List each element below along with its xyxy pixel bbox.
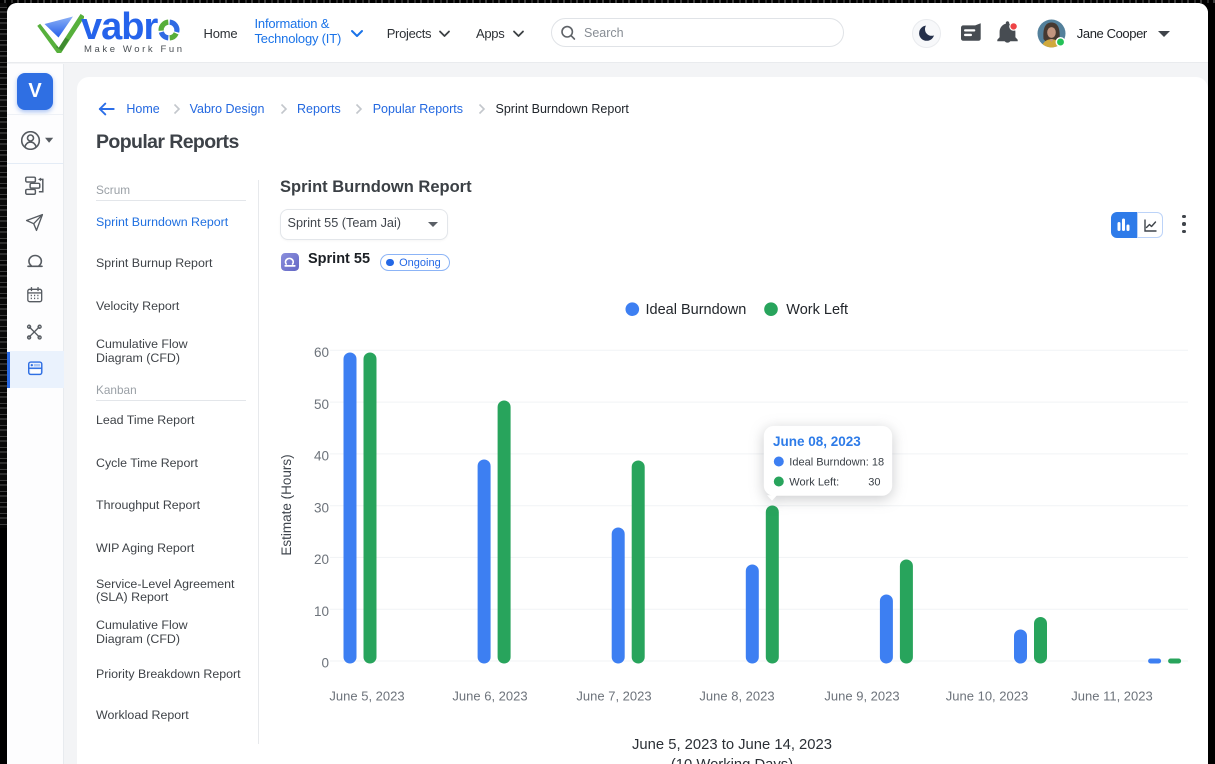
svg-text:June 10, 2023: June 10, 2023 [946, 689, 1028, 704]
svg-text:Estimate (Hours): Estimate (Hours) [279, 454, 294, 555]
svg-text:50: 50 [314, 397, 329, 412]
svg-text:June 7, 2023: June 7, 2023 [576, 689, 651, 704]
svg-text:0: 0 [321, 656, 329, 671]
svg-text:30: 30 [868, 476, 880, 488]
svg-text:Ideal Burndown: Ideal Burndown [646, 302, 747, 318]
svg-text:June 5, 2023: June 5, 2023 [329, 689, 404, 704]
svg-text:20: 20 [314, 552, 329, 567]
svg-text:40: 40 [314, 449, 329, 464]
svg-text:June 08, 2023: June 08, 2023 [773, 434, 861, 449]
svg-text:30: 30 [314, 500, 329, 515]
svg-text:June 6, 2023: June 6, 2023 [452, 689, 527, 704]
svg-text:Work Left: Work Left [786, 302, 848, 318]
svg-text:June 8, 2023: June 8, 2023 [699, 689, 774, 704]
svg-text:(10 Working Days): (10 Working Days) [671, 757, 793, 764]
svg-text:10: 10 [314, 604, 329, 619]
svg-text:June 11, 2023: June 11, 2023 [1071, 689, 1152, 704]
svg-text:Ideal Burndown: 18: Ideal Burndown: 18 [789, 456, 884, 468]
svg-text:June 9, 2023: June 9, 2023 [824, 689, 899, 704]
svg-text:June 5, 2023 to June 14, 2023: June 5, 2023 to June 14, 2023 [632, 737, 832, 753]
svg-text:Work Left:: Work Left: [789, 476, 839, 488]
svg-text:60: 60 [314, 345, 329, 360]
